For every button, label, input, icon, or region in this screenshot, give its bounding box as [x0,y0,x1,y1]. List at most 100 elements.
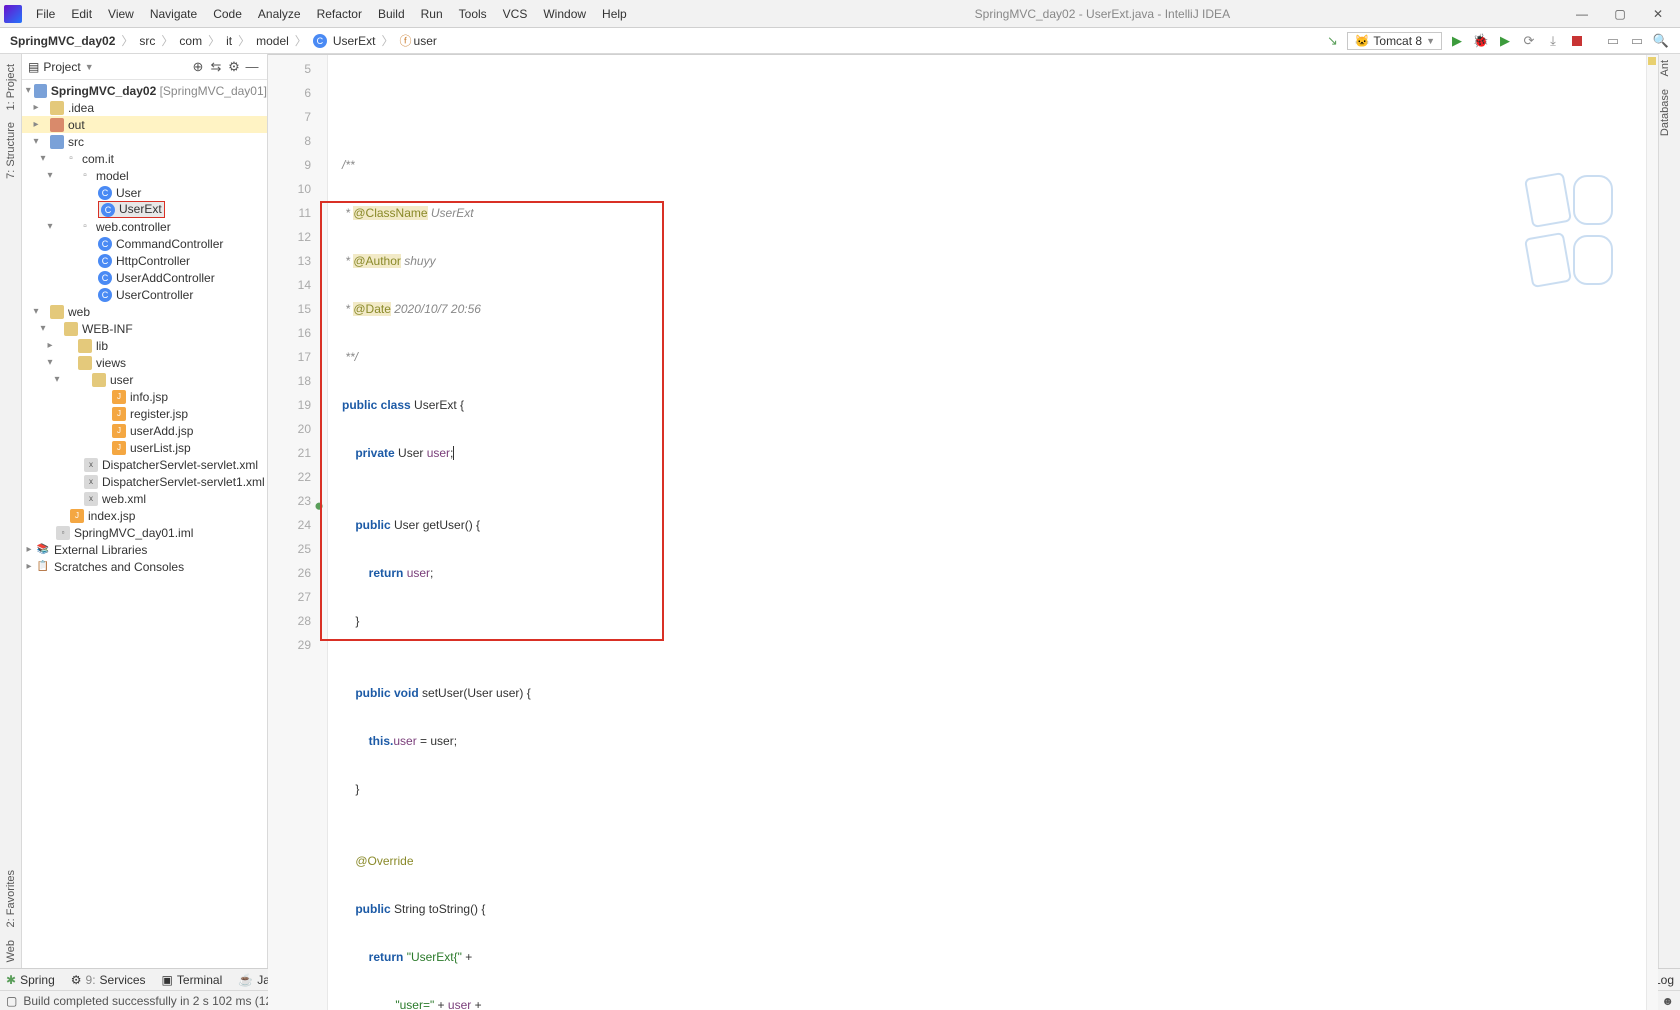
menu-help[interactable]: Help [594,5,635,23]
tree-root[interactable]: ▾SpringMVC_day02 [SpringMVC_day01] [22,82,267,99]
rail-favorites[interactable]: 2: Favorites [5,864,17,933]
tree-dss1[interactable]: xDispatcherServlet-servlet1.xml [22,473,267,490]
maximize-button[interactable]: ▢ [1608,7,1632,21]
menu-run[interactable]: Run [413,5,451,23]
close-button[interactable]: ✕ [1646,7,1670,21]
tree-views[interactable]: ▾views [22,354,267,371]
editor-scrollbar[interactable] [1646,55,1658,1010]
tree-userfold[interactable]: ▾user [22,371,267,388]
chevron-down-icon[interactable]: ▼ [85,62,94,72]
tree-webinf[interactable]: ▾WEB-INF [22,320,267,337]
menu-build[interactable]: Build [370,5,413,23]
rail-structure[interactable]: 7: Structure [5,116,17,185]
tree-web[interactable]: ▾web [22,303,267,320]
debug-icon[interactable]: 🐞 [1472,32,1490,50]
spring-icon: ✱ [6,973,16,987]
tree-webxml[interactable]: xweb.xml [22,490,267,507]
tree-webctrl[interactable]: ▾▫web.controller [22,218,267,235]
hide-icon[interactable]: — [243,58,261,76]
tree-uadd[interactable]: CUserAddController [22,269,267,286]
tool-spring[interactable]: ✱Spring [6,973,55,987]
tree-dss[interactable]: xDispatcherServlet-servlet.xml [22,456,267,473]
left-tool-rail: 1: Project 7: Structure 2: Favorites Web [0,54,22,968]
menu-navigate[interactable]: Navigate [142,5,205,23]
tree-index[interactable]: Jindex.jsp [22,507,267,524]
app-logo-icon [4,5,22,23]
gear-icon[interactable]: ⚙ [225,58,243,76]
stop-icon[interactable] [1568,32,1586,50]
hammer-icon[interactable]: ↘ [1323,32,1341,50]
attach-icon[interactable]: ⤓ [1544,32,1562,50]
toolbar-right: ↘ 🐱 Tomcat 8 ▼ ▶ 🐞 ▶ ⟳ ⤓ ▭ ▭ 🔍 [1323,32,1674,50]
search-everywhere-icon[interactable]: 🔍 [1652,32,1670,50]
crumb-field[interactable]: ⓕ user [396,31,441,50]
menu-edit[interactable]: Edit [63,5,100,23]
terminal-icon: ▣ [162,973,173,987]
minimize-button[interactable]: — [1570,7,1594,21]
class-icon: C [313,34,327,48]
menu-view[interactable]: View [100,5,142,23]
class-icon: C [98,288,112,302]
class-icon: C [98,186,112,200]
menu-analyze[interactable]: Analyze [250,5,309,23]
tree-idea[interactable]: ▸.idea [22,99,267,116]
code-editor[interactable]: 5 6 7 8 9 10 11 12 13 14 15 16 17 18 19 … [268,55,1658,1010]
expand-icon[interactable]: ⇆ [207,58,225,76]
tree-userext-class[interactable]: CUserExt [22,201,267,218]
layout-icon[interactable]: ▭ [1604,32,1622,50]
crumb-class[interactable]: CUserExt [309,33,380,49]
editor-area: ◧userAdd.jsp× ◧userList.jsp× CUser.java×… [268,54,1658,968]
run-icon[interactable]: ▶ [1448,32,1466,50]
select-opened-icon[interactable]: ⊕ [189,58,207,76]
tree-uctrl[interactable]: CUserController [22,286,267,303]
tree-userlist[interactable]: JuserList.jsp [22,439,267,456]
tree-useradd[interactable]: JuserAdd.jsp [22,422,267,439]
tool-services[interactable]: ⚙9: Services [71,973,146,987]
menu-refactor[interactable]: Refactor [309,5,370,23]
crumb-project[interactable]: SpringMVC_day02 [6,33,119,49]
tool-terminal[interactable]: ▣Terminal [162,973,223,987]
crumb-model[interactable]: model [252,33,293,49]
rail-web[interactable]: Web [5,934,17,968]
code-body[interactable]: /** * @ClassName UserExt * @Author shuyy… [328,55,1658,1010]
tree-http[interactable]: CHttpController [22,252,267,269]
class-icon: C [98,271,112,285]
tree-extlib[interactable]: ▸📚External Libraries [22,541,267,558]
menu-window[interactable]: Window [535,5,594,23]
menu-vcs[interactable]: VCS [495,5,536,23]
menu-tools[interactable]: Tools [451,5,495,23]
menu-code[interactable]: Code [205,5,250,23]
rail-project[interactable]: 1: Project [5,58,17,116]
project-title: Project [43,60,80,74]
project-tree[interactable]: ▾SpringMVC_day02 [SpringMVC_day01] ▸.ide… [22,80,267,968]
gutter: 5 6 7 8 9 10 11 12 13 14 15 16 17 18 19 … [268,55,328,1010]
run-config-selector[interactable]: 🐱 Tomcat 8 ▼ [1347,32,1442,50]
jsp-icon: J [112,441,126,455]
tree-model[interactable]: ▾▫model [22,167,267,184]
tree-scratch[interactable]: ▸📋Scratches and Consoles [22,558,267,575]
tree-iml[interactable]: ▫SpringMVC_day01.iml [22,524,267,541]
menu-file[interactable]: File [28,5,63,23]
presentation-icon[interactable]: ▭ [1628,32,1646,50]
project-tool-window: ▤ Project ▼ ⊕ ⇆ ⚙ — ▾SpringMVC_day02 [Sp… [22,54,268,968]
tree-user-class[interactable]: CUser [22,184,267,201]
tree-src[interactable]: ▾src [22,133,267,150]
rail-ant[interactable]: Ant [1659,54,1671,83]
package-icon: ▫ [64,152,78,166]
profile-icon[interactable]: ⟳ [1520,32,1538,50]
tree-register[interactable]: Jregister.jsp [22,405,267,422]
rail-database[interactable]: Database [1659,83,1671,142]
tree-comit[interactable]: ▾▫com.it [22,150,267,167]
crumb-com[interactable]: com [175,33,206,49]
status-presentation-icon[interactable]: ▢ [6,994,17,1008]
hector-icon[interactable]: ☻ [1661,994,1674,1008]
coverage-icon[interactable]: ▶ [1496,32,1514,50]
tree-lib[interactable]: ▸lib [22,337,267,354]
crumb-src[interactable]: src [135,33,159,49]
jsp-icon: J [70,509,84,523]
crumb-it[interactable]: it [222,33,236,49]
tree-out[interactable]: ▸out [22,116,267,133]
jsp-icon: J [112,424,126,438]
tree-cmd[interactable]: CCommandController [22,235,267,252]
tree-info[interactable]: Jinfo.jsp [22,388,267,405]
